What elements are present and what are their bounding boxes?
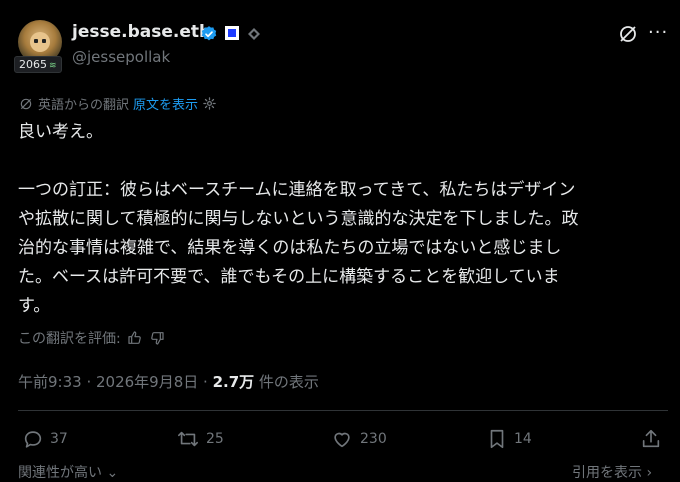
reply-count: 37 xyxy=(50,431,68,447)
translate-icon xyxy=(20,98,32,109)
bookmark-icon xyxy=(490,429,504,449)
sort-relevance-button[interactable]: 関連性が高い ⌄ xyxy=(18,462,118,482)
chevron-right-icon: › xyxy=(642,465,653,481)
verified-badge-icon xyxy=(200,25,218,43)
avatar-eye-right xyxy=(42,39,46,43)
like-count: 230 xyxy=(360,431,387,447)
like-button[interactable]: 230 xyxy=(330,428,387,450)
post-meta: 午前9:33 · 2026年9月8日 · 2.7万 件の表示 xyxy=(18,371,319,392)
avatar-eye-left xyxy=(34,39,38,43)
thumbs-down-icon[interactable] xyxy=(149,330,165,346)
avatar-face xyxy=(30,32,50,52)
bookmark-button[interactable]: 14 xyxy=(486,428,532,450)
show-original-link[interactable]: 原文を表示 xyxy=(133,94,198,113)
timestamp[interactable]: 午前9:33 · 2026年9月8日 · xyxy=(18,373,213,391)
view-quotes-label: 引用を表示 xyxy=(572,465,642,481)
rate-label: この翻訳を評価: xyxy=(18,331,121,347)
score-value: 2065 xyxy=(19,58,47,71)
score-icon: ≋ xyxy=(49,61,57,71)
user-handle[interactable]: @jessepollak xyxy=(72,48,170,66)
heart-icon xyxy=(334,432,350,448)
views-label: 件の表示 xyxy=(254,373,319,391)
view-quotes-link[interactable]: 引用を表示 › xyxy=(572,462,652,482)
views-count: 2.7万 xyxy=(212,373,255,391)
chevron-down-icon: ⌄ xyxy=(102,465,119,481)
blue-square-icon xyxy=(225,26,239,40)
translated-from-label: 英語からの翻訳 xyxy=(38,98,130,113)
share-icon xyxy=(642,429,660,448)
repost-count: 25 xyxy=(206,431,224,447)
more-options-icon[interactable]: ··· xyxy=(648,22,668,43)
sort-label: 関連性が高い xyxy=(18,465,102,481)
reply-icon xyxy=(24,431,42,448)
display-name[interactable]: jesse.base.eth xyxy=(72,22,211,42)
reply-button[interactable]: 37 xyxy=(22,428,68,450)
diamond-icon xyxy=(247,27,261,41)
rate-translation: この翻訳を評価: xyxy=(18,328,165,348)
bookmark-count: 14 xyxy=(514,431,532,447)
post-text: 良い考え。 一つの訂正：彼らはベースチームに連絡を取ってきて、私たちはデザイン … xyxy=(18,122,579,316)
repost-button[interactable]: 25 xyxy=(176,428,224,450)
translation-bar: 英語からの翻訳 原文を表示 xyxy=(18,94,217,113)
divider xyxy=(18,410,668,411)
share-button[interactable] xyxy=(640,428,662,450)
thumbs-up-icon[interactable] xyxy=(127,330,143,346)
repost-icon xyxy=(178,431,198,447)
score-badge: 2065 ≋ xyxy=(14,56,62,73)
settings-gear-icon[interactable] xyxy=(202,96,217,111)
grok-icon[interactable] xyxy=(616,22,640,46)
